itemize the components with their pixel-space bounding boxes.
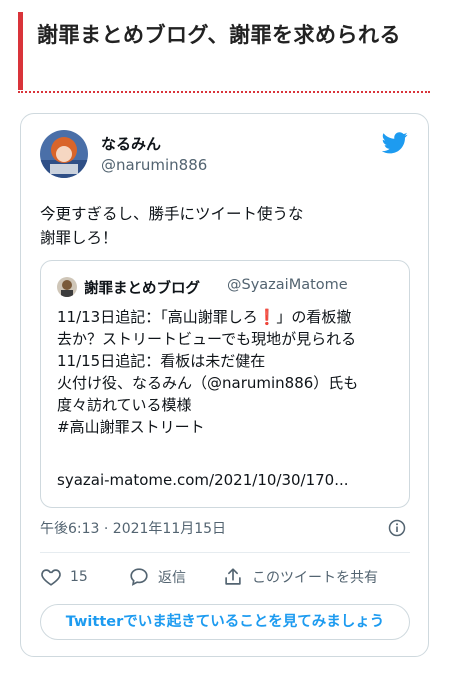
share-button[interactable]: このツイートを共有: [222, 566, 378, 588]
embedded-tweet[interactable]: なるみん @narumin886 今更すぎるし、勝手にツイート使うな 謝罪しろ！…: [20, 113, 429, 657]
quoted-tweet[interactable]: 謝罪まとめブログ @SyazaiMatome 11/13日追記：「高山謝罪しろ❗…: [40, 260, 410, 508]
tweet-actions: 15 返信 このツイートを共有: [40, 566, 410, 592]
like-button[interactable]: 15: [40, 566, 88, 588]
speech-bubble-icon: [130, 568, 148, 586]
actions-divider: [40, 552, 410, 553]
page: 謝罪まとめブログ、謝罪を求められる なるみん @narumin886 今更すぎる…: [0, 0, 449, 680]
twitter-bird-icon[interactable]: [382, 132, 408, 154]
share-label: このツイートを共有: [252, 570, 378, 586]
article-title: 謝罪まとめブログ、謝罪を求められる: [37, 23, 402, 47]
article-heading: 謝罪まとめブログ、謝罪を求められる: [18, 12, 430, 90]
twitter-cta-button[interactable]: Twitterでいま起きていることを見てみましょう: [40, 604, 410, 640]
tweet-timestamp[interactable]: 午後6:13 · 2021年11月15日: [40, 518, 226, 538]
share-icon: [225, 568, 241, 585]
info-icon[interactable]: [388, 519, 406, 537]
quoted-author-name: 謝罪まとめブログ: [84, 281, 200, 297]
avatar[interactable]: [40, 130, 88, 178]
author-name[interactable]: なるみん: [101, 133, 161, 154]
reply-button[interactable]: 返信: [128, 566, 186, 588]
quoted-tweet-link[interactable]: syazai-matome.com/2021/10/30/170...: [57, 471, 397, 489]
tweet-text: 今更すぎるし、勝手にツイート使うな 謝罪しろ！: [40, 205, 304, 247]
like-count: 15: [70, 569, 88, 585]
quoted-avatar: [57, 277, 77, 297]
author-handle[interactable]: @narumin886: [101, 156, 207, 174]
heading-divider: [18, 91, 430, 93]
quoted-author-handle: @SyazaiMatome: [227, 277, 348, 293]
reply-label: 返信: [158, 570, 186, 586]
heart-icon: [41, 569, 61, 586]
quoted-tweet-text: 11/13日追記：「高山謝罪しろ❗」の看板撤 去か？ストリートビューでも現地が見…: [57, 308, 359, 436]
